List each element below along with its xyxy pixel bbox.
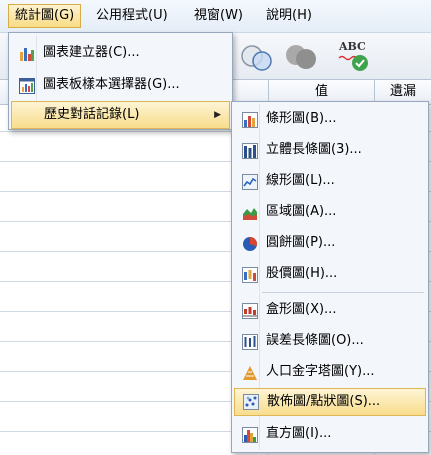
histogram-icon (242, 426, 258, 443)
menu-item-label: 直方圖(I)... (266, 426, 332, 441)
menu-item-3d-bar[interactable]: 立體長條圖(3)... (234, 136, 426, 164)
menu-item-histogram[interactable]: 直方圖(I)... (234, 420, 426, 448)
menu-item-line[interactable]: 線形圖(L)... (234, 167, 426, 195)
menu-item-legacy-dialogs[interactable]: 歷史對話記錄(L) ▶ (11, 101, 230, 129)
menu-item-population-pyramid[interactable]: 人口金字塔圖(Y)... (234, 358, 426, 386)
menu-item-label: 散佈圖/點狀圖(S)... (267, 394, 381, 409)
menu-item-scatter-dot[interactable]: 散佈圖/點狀圖(S)... (234, 388, 426, 416)
menu-item-high-low[interactable]: 股價圖(H)... (234, 260, 426, 288)
menu-separator (262, 292, 424, 293)
menu-item-area[interactable]: 區域圖(A)... (234, 198, 426, 226)
menu-bar: 統計圖(G) 公用程式(U) 視窗(W) 說明(H) (0, 0, 431, 33)
menu-item-label: 圖表建立器(C)... (43, 45, 140, 60)
boxplot-icon (242, 302, 258, 319)
menu-window[interactable]: 視窗(W) (188, 4, 249, 28)
scatter-dot-icon (243, 394, 259, 410)
menu-item-template-chooser[interactable]: 圖表板樣本選擇器(G)... (11, 71, 230, 99)
menu-item-chart-builder[interactable]: 圖表建立器(C)... (11, 39, 230, 67)
menu-item-bar[interactable]: 條形圖(B)... (234, 105, 426, 133)
menu-item-error-bar[interactable]: 誤差長條圖(O)... (234, 327, 426, 355)
high-low-chart-icon (242, 266, 258, 283)
error-bar-icon (242, 333, 258, 350)
menu-graphs[interactable]: 統計圖(G) (8, 4, 82, 28)
menu-item-label: 區域圖(A)... (266, 204, 337, 219)
menu-utilities[interactable]: 公用程式(U) (90, 4, 174, 28)
pie-chart-icon (242, 235, 258, 251)
area-chart-icon (242, 204, 258, 220)
legacy-dialogs-submenu: 條形圖(B)... 立體長條圖(3)... 線形圖(L)... 區域圖(A)..… (231, 101, 429, 453)
menu-item-label: 歷史對話記錄(L) (44, 107, 140, 122)
submenu-arrow-icon: ▶ (214, 110, 221, 120)
menu-item-label: 誤差長條圖(O)... (266, 333, 364, 348)
menu-item-pie[interactable]: 圓餅圖(P)... (234, 229, 426, 257)
3d-bar-chart-icon (242, 142, 258, 159)
graphs-menu: 圖表建立器(C)... 圖表板樣本選擇器(G)... 歷史對話記錄(L) ▶ (8, 32, 233, 130)
menu-item-label: 盒形圖(X)... (266, 302, 337, 317)
menu-item-label: 條形圖(B)... (266, 111, 337, 126)
menu-item-boxplot[interactable]: 盒形圖(X)... (234, 296, 426, 324)
menu-item-label: 人口金字塔圖(Y)... (266, 364, 375, 379)
chart-builder-icon (19, 45, 35, 61)
spell-check-icon[interactable]: ABC (336, 39, 372, 73)
population-pyramid-icon (242, 364, 258, 380)
line-chart-icon (242, 173, 258, 190)
menu-item-label: 圓餅圖(P)... (266, 235, 336, 250)
menu-item-label: 股價圖(H)... (266, 266, 338, 281)
filled-circles-icon[interactable] (284, 39, 320, 73)
menu-item-label: 立體長條圖(3)... (266, 142, 362, 157)
menu-item-label: 線形圖(L)... (266, 173, 335, 188)
menu-item-label: 圖表板樣本選擇器(G)... (43, 77, 180, 92)
bar-chart-icon (242, 111, 258, 128)
venn-circles-icon[interactable] (240, 39, 276, 73)
template-chooser-icon (19, 77, 35, 94)
menu-help[interactable]: 說明(H) (260, 4, 318, 28)
